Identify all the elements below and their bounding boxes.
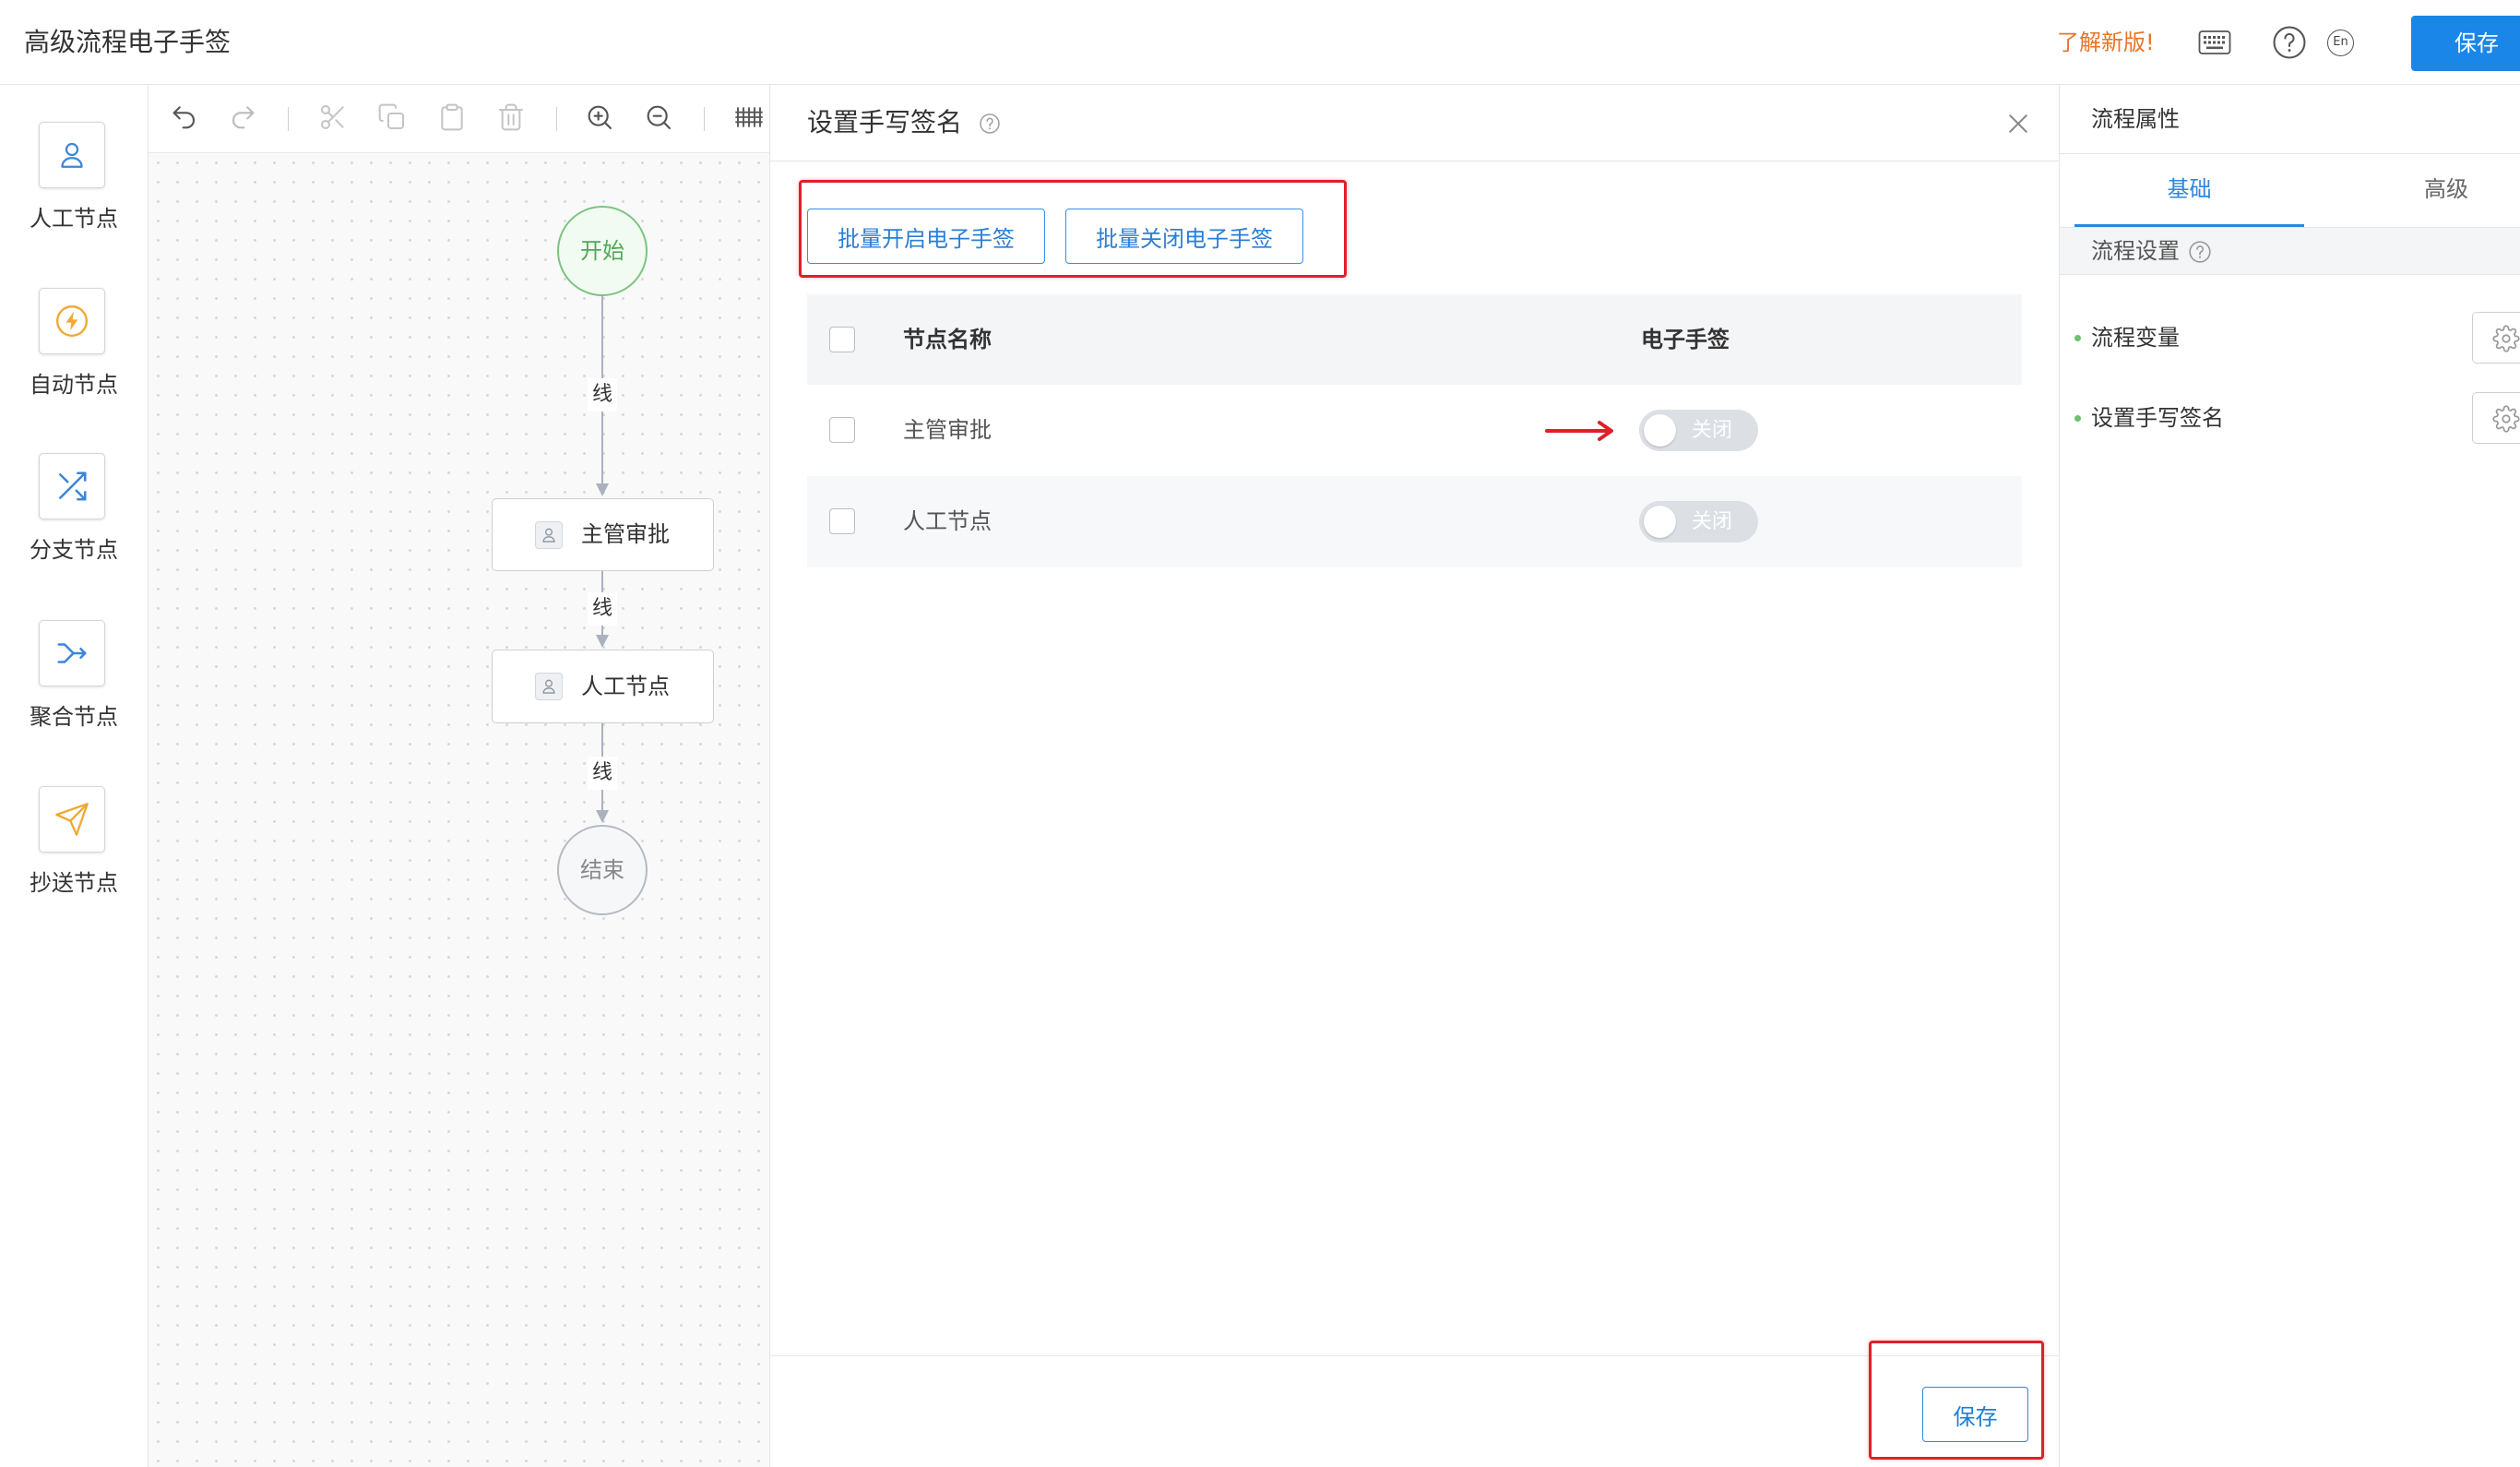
property-item-process-variables: 流程变量 [2060, 312, 2520, 364]
toolbar-separator [556, 107, 557, 131]
flow-line-label[interactable]: 线 [588, 757, 617, 790]
table-row: 人工节点 关闭 [807, 476, 2022, 567]
dialog-save-button[interactable]: 保存 [1922, 1387, 2028, 1442]
user-icon [535, 673, 563, 700]
toggle-status-text: 关闭 [1692, 419, 1733, 442]
tab-basic[interactable]: 基础 [2074, 154, 2304, 227]
signature-toggle[interactable]: 关闭 [1639, 501, 1758, 543]
row-checkbox[interactable] [829, 417, 855, 443]
annotation-arrow-icon [1544, 420, 1616, 442]
column-header-node-name: 节点名称 [903, 327, 992, 352]
dialog-header: 设置手写签名 [770, 85, 2059, 161]
delete-icon[interactable] [496, 102, 526, 132]
table-header-row: 节点名称 电子手签 [807, 294, 2022, 385]
settings-button[interactable] [2472, 392, 2520, 444]
flow-node-label: 主管审批 [581, 521, 670, 547]
select-all-checkbox[interactable] [829, 327, 855, 352]
property-label: 流程变量 [2091, 325, 2180, 351]
branch-icon [39, 453, 105, 519]
node-palette: 人工节点 自动节点 分支节点 聚合节点 抄送节点 [0, 85, 149, 1467]
process-settings-section: 流程设置 [2060, 228, 2520, 275]
tab-advanced[interactable]: 高级 [2364, 154, 2520, 227]
table-row: 主管审批 关闭 [807, 385, 2022, 476]
toolbar-separator [704, 107, 705, 131]
zoom-out-icon[interactable] [644, 102, 673, 132]
gear-icon [2492, 405, 2520, 433]
palette-item-cc-node[interactable]: 抄送节点 [0, 786, 148, 924]
whats-new-link[interactable]: 了解新版! [2057, 0, 2155, 85]
dialog-title: 设置手写签名 [807, 107, 963, 137]
process-properties-panel: 流程属性 基础 高级 流程设置 流程变量 设置手写签名 [2060, 85, 2520, 1467]
settings-button[interactable] [2472, 312, 2520, 364]
node-name-cell: 人工节点 [903, 508, 992, 534]
palette-item-branch-node[interactable]: 分支节点 [0, 453, 148, 591]
flow-start-node[interactable]: 开始 [557, 206, 648, 296]
merge-icon [39, 620, 105, 686]
flow-end-node[interactable]: 结束 [557, 825, 648, 915]
palette-item-auto-node[interactable]: 自动节点 [0, 288, 148, 426]
signature-table: 节点名称 电子手签 主管审批 关闭 人工节点 关闭 [807, 294, 2022, 567]
batch-enable-signature-button[interactable]: 批量开启电子手签 [807, 209, 1045, 264]
canvas-toolbar [149, 85, 769, 153]
row-checkbox[interactable] [829, 508, 855, 534]
tab-label: 基础 [2167, 176, 2212, 202]
column-header-signature: 电子手签 [1641, 327, 1730, 352]
flow-canvas[interactable]: 开始 线 主管审批 线 人工节点 线 结束 [149, 85, 770, 1467]
palette-item-merge-node[interactable]: 聚合节点 [0, 620, 148, 758]
user-icon [535, 521, 563, 549]
status-dot [2074, 335, 2081, 341]
help-circle-icon[interactable] [2188, 240, 2212, 264]
redo-icon[interactable] [228, 102, 257, 132]
property-label: 设置手写签名 [2091, 405, 2224, 431]
palette-item-label: 自动节点 [30, 372, 118, 398]
section-title: 流程设置 [2091, 238, 2180, 264]
app-header: 高级流程电子手签 了解新版! En 保存 [0, 0, 2520, 85]
property-item-handwritten-signature: 设置手写签名 [2060, 392, 2520, 444]
flow-line-label[interactable]: 线 [588, 592, 617, 626]
send-icon [39, 786, 105, 853]
toggle-knob [1644, 414, 1676, 447]
toolbar-separator [288, 107, 289, 131]
copy-icon[interactable] [377, 102, 407, 132]
panel-title: 流程属性 [2091, 106, 2180, 132]
batch-disable-signature-button[interactable]: 批量关闭电子手签 [1065, 209, 1303, 264]
canvas-grid[interactable] [149, 153, 769, 1467]
flow-node-manual[interactable]: 人工节点 [492, 650, 714, 723]
properties-tabs: 基础 高级 [2060, 153, 2520, 228]
page-title: 高级流程电子手签 [24, 27, 232, 57]
gear-icon [2492, 325, 2520, 352]
palette-item-label: 人工节点 [30, 206, 118, 232]
paste-icon[interactable] [437, 102, 467, 132]
user-icon [39, 122, 105, 188]
flow-node-supervisor-approval[interactable]: 主管审批 [492, 498, 714, 571]
toggle-status-text: 关闭 [1692, 510, 1733, 533]
close-icon[interactable] [2004, 110, 2032, 137]
tab-label: 高级 [2424, 176, 2468, 202]
signature-toggle[interactable]: 关闭 [1639, 410, 1758, 451]
language-switch[interactable]: En [2327, 30, 2354, 56]
status-dot [2074, 415, 2081, 422]
keyboard-icon[interactable] [2198, 29, 2231, 56]
zoom-in-icon[interactable] [585, 102, 614, 132]
flow-node-label: 人工节点 [581, 674, 670, 699]
help-circle-icon[interactable] [2272, 25, 2307, 60]
palette-item-label: 分支节点 [30, 537, 118, 563]
header-save-button[interactable]: 保存 [2411, 16, 2520, 71]
palette-item-label: 抄送节点 [30, 870, 118, 896]
help-circle-icon[interactable] [979, 113, 1001, 135]
cut-icon[interactable] [318, 102, 348, 132]
undo-icon[interactable] [170, 102, 199, 132]
dialog-footer-divider [770, 1355, 2059, 1356]
grid-icon[interactable] [734, 102, 764, 132]
palette-item-manual-node[interactable]: 人工节点 [0, 122, 148, 260]
active-tab-indicator [2074, 224, 2304, 227]
signature-settings-dialog: 设置手写签名 批量开启电子手签 批量关闭电子手签 节点名称 电子手签 主管审批 … [770, 85, 2060, 1467]
flow-line-label[interactable]: 线 [588, 378, 617, 411]
node-name-cell: 主管审批 [903, 417, 992, 443]
toggle-knob [1644, 506, 1676, 538]
lightning-icon [39, 288, 105, 354]
palette-item-label: 聚合节点 [30, 704, 118, 730]
